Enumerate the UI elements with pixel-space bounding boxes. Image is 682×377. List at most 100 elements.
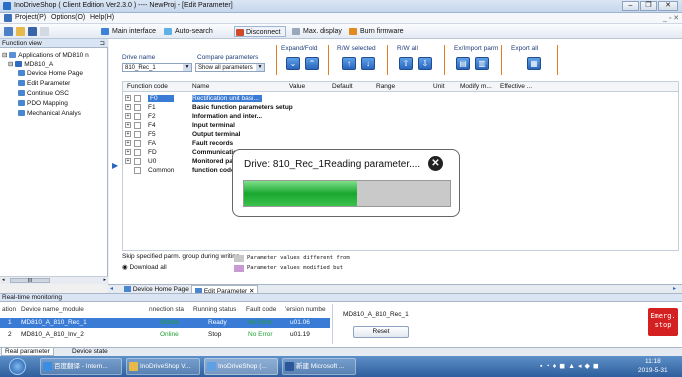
left-horizontal-scrollbar[interactable]: ◂ III ▸ [0,276,108,284]
table-row[interactable]: + F1 Basic function parameters setup [123,103,678,112]
system-tray-icons[interactable]: ▪◔♦◼▲◂◆◼ [540,362,630,371]
menu-project[interactable]: Project(P) [15,14,46,21]
fold-button[interactable]: ⌃ [305,57,319,70]
read-all-button[interactable]: ⇧ [399,57,413,70]
tree-item-device-home[interactable]: Device Home Page [18,70,83,77]
disconnect-button[interactable]: Disconnect [234,26,286,37]
col-connection-status[interactable]: nnection sta [149,306,184,313]
col-default[interactable]: Default [332,83,353,90]
table-row[interactable]: + F5 Output terminal [123,130,678,139]
tab-edit-parameter[interactable]: Edit Parameter ✕ [191,285,259,295]
col-function-code[interactable]: Function code [127,83,168,90]
scroll-left-icon[interactable]: ◂ [2,277,5,283]
expand-icon[interactable]: + [125,104,131,110]
col-name[interactable]: Name [192,83,209,90]
page-icon [124,286,131,293]
tab-device-state[interactable]: Device state [72,348,108,355]
import-button[interactable]: ▥ [475,57,489,70]
compare-parameters-select[interactable]: Show all parameters ▼ [195,63,265,72]
expand-icon[interactable]: + [125,95,131,101]
expand-button[interactable]: ⌄ [286,57,300,70]
burn-firmware-button[interactable]: Burn firmware [349,26,404,37]
row-checkbox[interactable] [134,122,141,129]
clock-date[interactable]: 2019-5-31 [638,367,668,374]
table-row[interactable]: + F0 Rectification unit basi... [123,94,678,103]
panel-divider [332,304,333,344]
open-folder-icon[interactable] [16,27,25,36]
col-effective[interactable]: Effective ... [500,83,532,90]
row-checkbox[interactable] [134,158,141,165]
maximize-button[interactable]: ❐ [640,1,657,11]
col-fault-code[interactable]: Fault code [246,306,276,313]
taskbar-item-word[interactable]: 新建 Microsoft ... [282,358,356,375]
tree-device[interactable]: ⊟ MD810_A [8,60,53,68]
row-checkbox[interactable] [134,95,141,102]
read-selected-button[interactable]: ↑ [342,57,356,70]
close-button[interactable]: ✕ [658,1,678,11]
tab-scroll-right-icon[interactable]: ▸ [673,285,676,292]
expand-icon[interactable]: + [125,140,131,146]
tab-real-parameter[interactable]: Real parameter [1,348,54,356]
save-icon[interactable] [28,27,37,36]
col-unit[interactable]: Unit [433,83,445,90]
export-all-button[interactable]: ▦ [527,57,541,70]
expand-icon[interactable]: + [125,149,131,155]
minimize-button[interactable]: – [622,1,639,11]
tree-item-mechanical-analysis[interactable]: Mechanical Analys [18,110,81,117]
clock-time[interactable]: 11:18 [645,358,661,365]
row-checkbox[interactable] [134,140,141,147]
table-row[interactable]: + F2 Information and inter... [123,112,678,121]
splitter-arrow-icon[interactable]: ▶ [112,161,118,170]
legend-diff-label: Parameter values different from [247,255,350,261]
emergency-stop-button[interactable]: Emerg. stop [648,308,678,336]
main-interface-button[interactable]: Main interface [101,26,156,37]
tree-root[interactable]: ⊟ Applications of MD810 n [2,51,89,59]
col-running-status[interactable]: Running status [193,306,236,313]
col-modify-mode[interactable]: Modify m... [460,83,492,90]
expand-icon[interactable]: + [125,113,131,119]
tab-device-home-page[interactable]: Device Home Page [124,286,189,293]
taskbar-item-browser[interactable]: 百度翻译 - Intern... [40,358,122,375]
row-checkbox[interactable] [134,149,141,156]
col-value[interactable]: Value [289,83,305,90]
table-row[interactable]: 1 MD810_A_810_Rec_1 Online Ready No Erro… [0,318,330,328]
taskbar-item-folder[interactable]: InoDriveShop V... [126,358,200,375]
expand-icon[interactable]: + [125,158,131,164]
drive-name-select[interactable]: 810_Rec_1 ▼ [122,63,192,72]
start-button-icon[interactable] [9,358,26,375]
write-all-button[interactable]: ⇩ [418,57,432,70]
export-button[interactable]: ▤ [456,57,470,70]
expand-icon[interactable]: + [125,131,131,137]
auto-search-button[interactable]: Auto-search [164,26,213,37]
max-display-button[interactable]: Max. display [292,26,342,37]
row-checkbox[interactable] [134,113,141,120]
tree-item-continue-osc[interactable]: Continue OSC [18,90,69,97]
col-station[interactable]: ation [2,306,16,313]
col-range[interactable]: Range [376,83,395,90]
scroll-right-icon[interactable]: ▸ [103,277,106,283]
table-row[interactable]: 2 MD810_A_810_Inv_2 Online Stop No Error… [0,330,330,340]
expand-icon[interactable]: + [125,122,131,128]
write-selected-button[interactable]: ↓ [361,57,375,70]
col-version[interactable]: 'ersion numbe [285,306,326,313]
table-row[interactable]: + FA Fault records [123,139,678,148]
menu-options[interactable]: Options(O) [51,14,85,21]
new-file-icon[interactable] [4,27,13,36]
row-checkbox[interactable] [134,104,141,111]
tree-item-pdo-mapping[interactable]: PDO Mapping [18,100,68,107]
tree-item-edit-parameter[interactable]: Edit Parameter [18,80,70,87]
col-device-name[interactable]: Device name_module [21,306,84,313]
taskbar-item-inodriveshop[interactable]: InoDriveShop (... [204,358,278,375]
close-icon[interactable]: ✕ [428,156,443,171]
menu-help[interactable]: Help(H) [90,14,114,21]
scroll-thumb[interactable]: III [10,278,50,284]
table-row[interactable]: + F4 Input terminal [123,121,678,130]
reset-button[interactable]: Reset [353,326,409,338]
mdi-window-controls[interactable]: _ ▫ ✕ [663,14,679,22]
download-all-radio[interactable]: ◉ Download all [122,263,167,271]
pin-icon[interactable]: ⊐ [100,39,105,48]
row-checkbox[interactable] [134,167,141,174]
row-checkbox[interactable] [134,131,141,138]
print-icon[interactable] [40,27,49,36]
tab-scroll-left-icon[interactable]: ◂ [110,285,113,292]
